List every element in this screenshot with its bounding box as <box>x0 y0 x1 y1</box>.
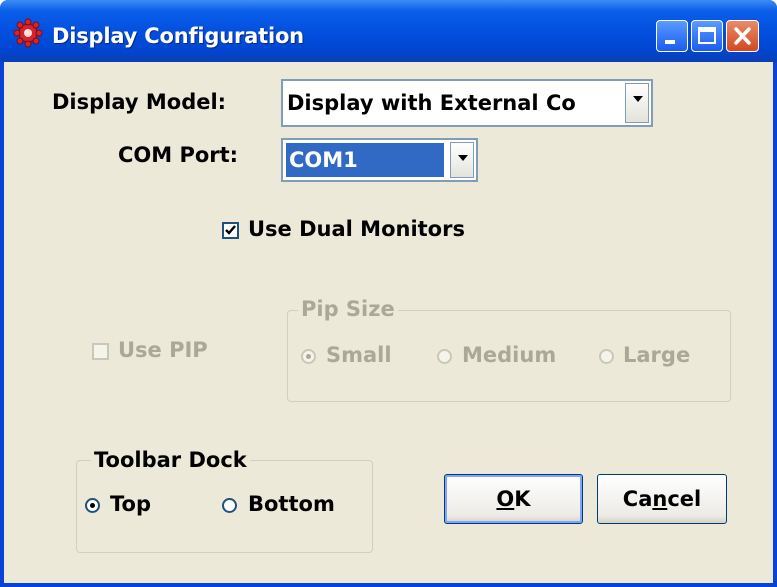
cancel-label-post: cel <box>667 487 702 511</box>
pip-size-medium-label[interactable]: Medium <box>462 343 556 367</box>
checkmark-icon <box>225 225 236 235</box>
title-bar[interactable]: Display Configuration <box>0 0 777 62</box>
dialog-body: Display Model: Display with External Co … <box>4 62 773 583</box>
cancel-button[interactable]: Ca n cel <box>597 474 727 524</box>
toolbar-dock-top-radio[interactable] <box>85 498 100 513</box>
display-model-select[interactable]: Display with External Co <box>281 79 653 127</box>
ok-button[interactable]: OK <box>444 474 583 524</box>
radio-dot-icon <box>306 354 311 359</box>
dialog-window: Display Configuration Display Model: Dis… <box>0 0 777 587</box>
maximize-icon <box>698 27 716 44</box>
display-model-label: Display Model: <box>52 90 227 114</box>
use-pip-checkbox[interactable] <box>92 343 109 360</box>
close-icon <box>734 27 751 45</box>
app-icon <box>12 18 44 48</box>
pip-size-large-radio[interactable] <box>599 349 614 364</box>
display-model-value: Display with External Co <box>287 91 576 115</box>
pip-size-small-radio[interactable] <box>301 349 316 364</box>
dual-monitors-label[interactable]: Use Dual Monitors <box>248 217 465 241</box>
toolbar-dock-top-label[interactable]: Top <box>110 492 151 516</box>
toolbar-dock-bottom-radio[interactable] <box>222 498 237 513</box>
dual-monitors-checkbox[interactable] <box>222 222 239 239</box>
com-port-value: COM1 <box>286 143 444 177</box>
close-button[interactable] <box>726 20 759 52</box>
ok-label-rest: K <box>514 487 531 511</box>
pip-size-small-label[interactable]: Small <box>326 343 392 367</box>
chevron-down-icon[interactable] <box>450 142 474 178</box>
window-title: Display Configuration <box>52 24 304 48</box>
ok-mnemonic: O <box>496 487 515 511</box>
use-pip-label[interactable]: Use PIP <box>118 338 208 362</box>
maximize-button[interactable] <box>691 20 723 52</box>
pip-size-group-title: Pip Size <box>298 297 398 321</box>
toolbar-dock-group-title: Toolbar Dock <box>91 448 250 472</box>
chevron-down-icon[interactable] <box>625 83 649 123</box>
pip-size-medium-radio[interactable] <box>437 349 452 364</box>
minimize-icon <box>665 40 675 44</box>
cancel-mnemonic: n <box>652 487 668 511</box>
com-port-label: COM Port: <box>118 143 239 167</box>
toolbar-dock-bottom-label[interactable]: Bottom <box>248 492 335 516</box>
pip-size-large-label[interactable]: Large <box>623 343 690 367</box>
radio-dot-icon <box>90 503 95 508</box>
com-port-select[interactable]: COM1 <box>281 138 478 182</box>
minimize-button[interactable] <box>656 20 688 52</box>
cancel-label-pre: Ca <box>622 487 653 511</box>
